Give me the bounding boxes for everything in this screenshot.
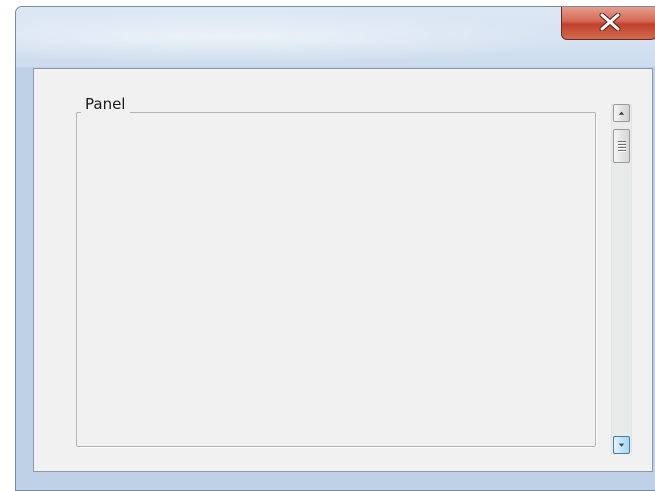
arrow-up-icon: [618, 111, 625, 115]
panel-label: Panel: [81, 95, 131, 113]
vertical-scrollbar[interactable]: [611, 104, 632, 454]
panel-groupbox: [76, 112, 596, 447]
close-icon: [599, 13, 621, 31]
grip-icon: [618, 141, 626, 153]
scroll-thumb[interactable]: [613, 129, 630, 163]
close-button[interactable]: [561, 7, 655, 40]
client-area: [33, 68, 653, 472]
title-bar[interactable]: [16, 7, 655, 67]
panel-container: [34, 69, 652, 471]
window-frame: [15, 6, 655, 491]
scroll-up-button[interactable]: [613, 104, 630, 122]
scroll-down-button[interactable]: [613, 436, 630, 454]
arrow-down-icon: [618, 443, 625, 447]
